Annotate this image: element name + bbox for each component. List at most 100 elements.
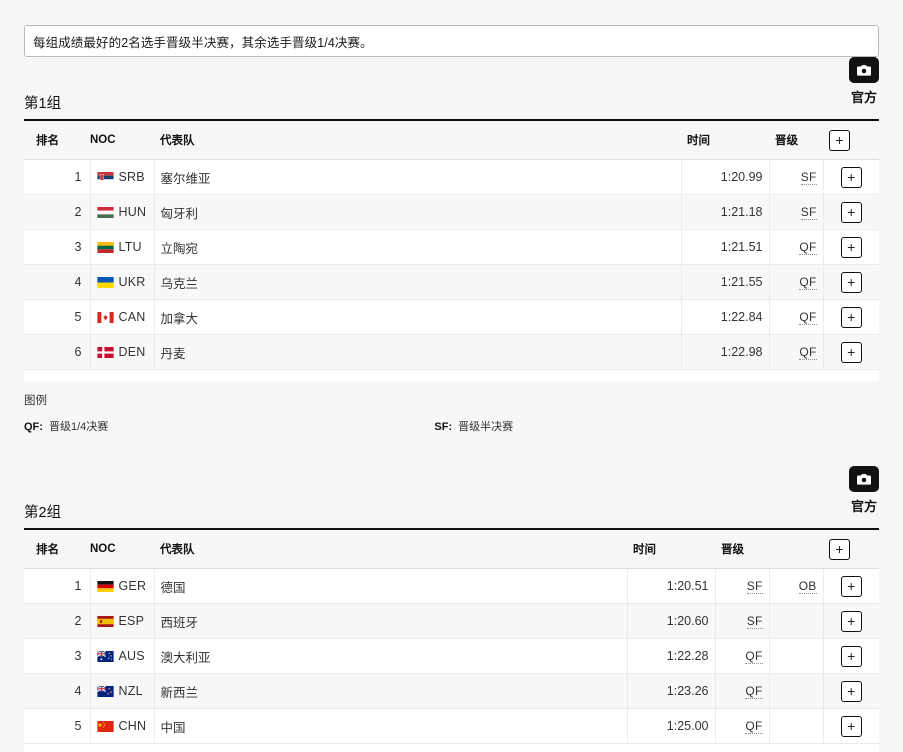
table-footer-spacer (24, 743, 879, 752)
cell-rank: 4 (24, 673, 90, 709)
cell-add: + (822, 194, 879, 230)
cell-rank: 2 (24, 603, 90, 639)
cell-time: 1:21.18 (680, 194, 769, 230)
cell-rank: 6 (24, 334, 90, 370)
cell-noc: LTU (89, 229, 154, 265)
table-row: 5 CAN 加拿大 1:22.84 QF + (24, 299, 879, 335)
cell-team: 德国 (153, 568, 627, 604)
cell-qualification: QF (714, 638, 769, 674)
qualification-abbr[interactable]: SF (800, 205, 817, 220)
cell-team: 丹麦 (153, 334, 681, 370)
add-to-selection-button[interactable]: + (829, 538, 850, 560)
table-row: 3 LTU 立陶宛 1:21.51 QF + (24, 229, 879, 265)
cell-noc: NZL (89, 673, 154, 709)
cell-time: 1:22.98 (680, 334, 769, 370)
qualification-abbr[interactable]: QF (799, 275, 817, 290)
cell-team: 新西兰 (153, 673, 627, 709)
legend-title: 图例 (24, 395, 47, 407)
noc-wrapper: ESP (97, 614, 148, 628)
table-footer-spacer-cell (24, 369, 879, 382)
group-title: 第1组 (24, 96, 62, 112)
table-row: 2 HUN 匈牙利 1:21.18 SF + (24, 194, 879, 230)
add-to-selection-button[interactable]: + (840, 201, 862, 223)
cell-record (768, 708, 823, 744)
flag-srb-icon (97, 172, 114, 183)
add-to-selection-button[interactable]: + (840, 645, 862, 667)
qualification-abbr[interactable]: SF (746, 614, 763, 629)
flag-can-icon (97, 312, 114, 323)
qualification-abbr[interactable]: QF (799, 240, 817, 255)
rank-value: 4 (74, 275, 82, 289)
cell-record (768, 673, 823, 709)
noc-code: HUN (118, 205, 147, 219)
add-to-selection-button[interactable]: + (840, 306, 862, 328)
add-to-selection-button[interactable]: + (840, 575, 862, 597)
noc-wrapper: AUS (97, 649, 148, 663)
noc-code: NZL (118, 684, 143, 698)
qualification-abbr[interactable]: QF (745, 684, 763, 699)
add-to-selection-button[interactable]: + (840, 715, 862, 737)
cell-time: 1:20.99 (680, 159, 769, 195)
official-source-block: 官方 (849, 466, 879, 513)
qualification-abbr[interactable]: QF (745, 649, 763, 664)
cell-noc: DEN (89, 334, 154, 370)
official-label: 官方 (850, 90, 877, 105)
cell-rank: 2 (24, 194, 90, 230)
qualification-abbr[interactable]: QF (799, 310, 817, 325)
noc-code: ESP (118, 614, 145, 628)
cell-add: + (822, 708, 879, 744)
flag-ukr-icon (97, 277, 114, 288)
qualification-abbr[interactable]: QF (745, 719, 763, 734)
add-to-selection-button[interactable]: + (829, 129, 850, 151)
rank-value: 4 (74, 684, 82, 698)
add-to-selection-button[interactable]: + (840, 166, 862, 188)
camera-icon-button[interactable] (849, 57, 879, 83)
add-to-selection-button[interactable]: + (840, 236, 862, 258)
add-to-selection-button[interactable]: + (840, 680, 862, 702)
cell-time: 1:20.60 (626, 603, 715, 639)
cell-rank: 5 (24, 299, 90, 335)
cell-noc: SRB (89, 159, 154, 195)
flag-hun-icon (97, 207, 114, 218)
cell-team: 西班牙 (153, 603, 627, 639)
add-to-selection-button[interactable]: + (840, 341, 862, 363)
group-title: 第2组 (24, 505, 62, 521)
noc-code: GER (118, 579, 147, 593)
results-table: 排名 NOC 代表队 时间 晋级 +1 GER 德国 1:20.51 SF OB +2 ESP 西班牙 1:… (24, 528, 879, 752)
table-row: 1 SRB 塞尔维亚 1:20.99 SF + (24, 159, 879, 195)
noc-code: SRB (118, 170, 145, 184)
noc-wrapper: DEN (97, 345, 148, 359)
column-header-record (769, 528, 823, 569)
cell-add: + (822, 673, 879, 709)
cell-qualification: QF (768, 229, 823, 265)
qualification-abbr[interactable]: SF (746, 579, 763, 594)
noc-code: LTU (118, 240, 142, 254)
column-header-noc: NOC (90, 528, 154, 569)
legend-key: QF: (24, 421, 43, 433)
noc-wrapper: CHN (97, 719, 148, 733)
cell-qualification: SF (714, 603, 769, 639)
cell-qualification: SF (768, 159, 823, 195)
add-to-selection-button[interactable]: + (840, 271, 862, 293)
camera-icon-button[interactable] (849, 466, 879, 492)
add-to-selection-button[interactable]: + (840, 610, 862, 632)
legend-value: 晋级半决赛 (458, 421, 514, 433)
column-header-rank: 排名 (24, 528, 90, 569)
legend-item: QF: 晋级1/4决赛 (24, 418, 434, 434)
flag-den-icon (97, 347, 114, 358)
rank-value: 3 (74, 649, 82, 663)
column-header-time: 时间 (627, 528, 715, 569)
noc-wrapper: SRB (97, 170, 148, 184)
flag-ltu-icon (97, 242, 114, 253)
table-container: 排名 NOC 代表队 时间 晋级 +1 SRB 塞尔维亚 1:20.99 SF +2 HUN 匈牙利 1:… (0, 119, 903, 382)
cell-record (768, 603, 823, 639)
noc-code: CHN (118, 719, 147, 733)
qualification-abbr[interactable]: QF (799, 345, 817, 360)
cell-team: 中国 (153, 708, 627, 744)
qualification-abbr[interactable]: SF (800, 170, 817, 185)
cell-add: + (822, 334, 879, 370)
record-abbr[interactable]: OB (798, 579, 817, 594)
column-header-rank: 排名 (24, 119, 90, 160)
cell-add: + (822, 603, 879, 639)
table-row: 6 DEN 丹麦 1:22.98 QF + (24, 334, 879, 370)
